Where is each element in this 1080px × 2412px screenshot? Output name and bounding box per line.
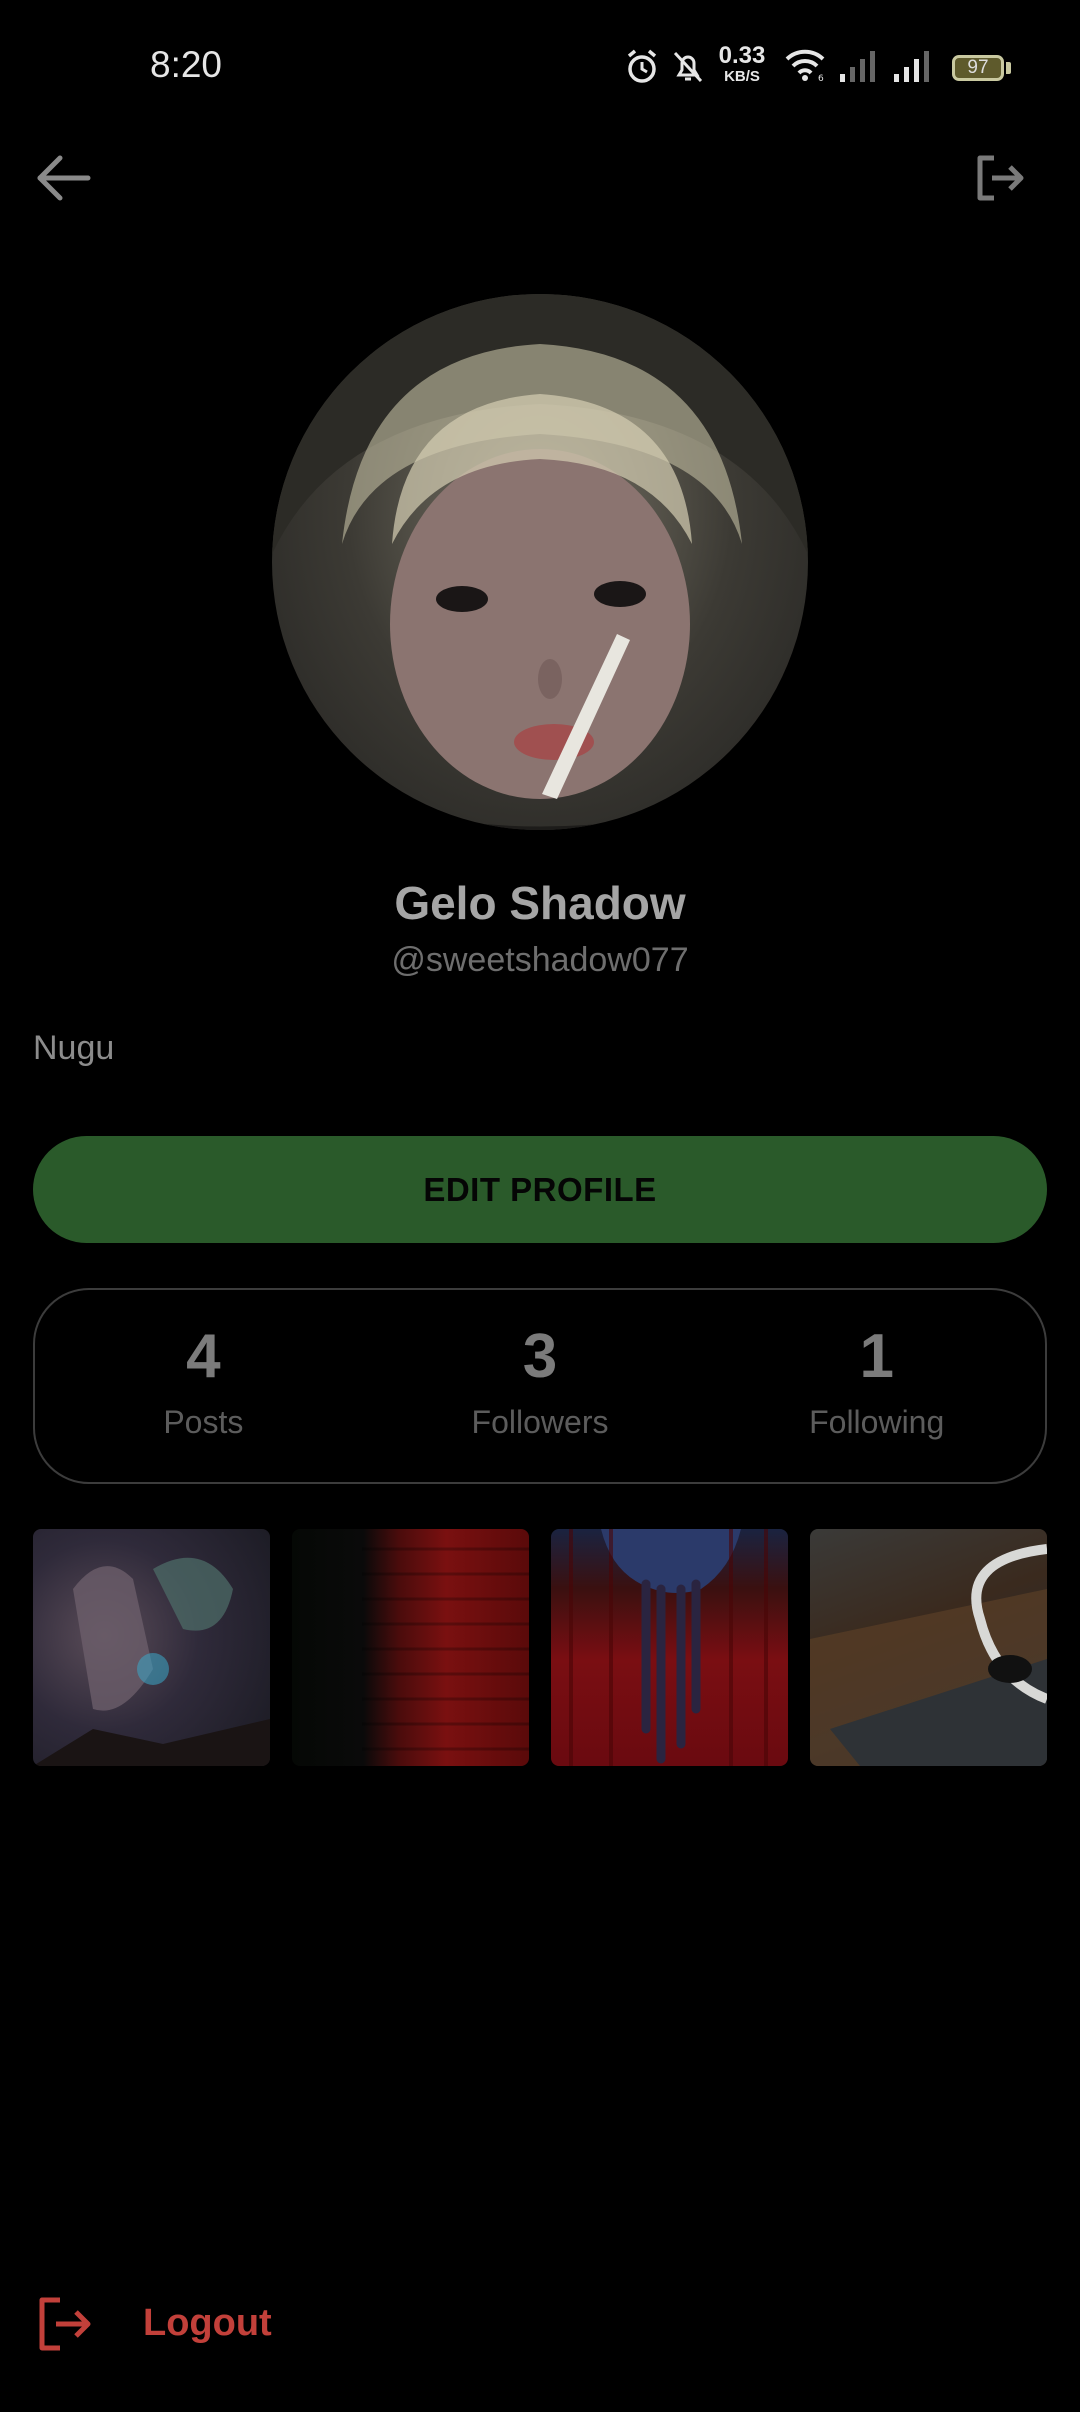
profile-name: Gelo Shadow bbox=[394, 877, 686, 929]
wifi-icon: 6 bbox=[785, 49, 825, 82]
stat-followers[interactable]: 3 Followers bbox=[372, 1290, 709, 1482]
post-image-4 bbox=[810, 1544, 1047, 1766]
edit-profile-button[interactable]: EDIT PROFILE bbox=[33, 1136, 1047, 1243]
post-image-3 bbox=[569, 1529, 768, 1766]
post-thumbnail-1[interactable] bbox=[33, 1529, 270, 1766]
alarm-icon bbox=[627, 49, 657, 83]
signal-icon bbox=[840, 51, 875, 82]
status-time: 8:20 bbox=[150, 44, 223, 85]
exit-button[interactable] bbox=[972, 150, 1028, 206]
network-speed-value: 0.33 bbox=[718, 42, 766, 69]
stat-following[interactable]: 1 Following bbox=[708, 1290, 1045, 1482]
stats-card: 4 Posts 3 Followers 1 Following bbox=[33, 1288, 1047, 1484]
arrow-left-icon bbox=[37, 155, 91, 201]
battery-icon: 97 bbox=[952, 55, 1004, 81]
stat-label: Following bbox=[809, 1404, 945, 1440]
stat-value: 4 bbox=[186, 1322, 221, 1391]
battery-level: 97 bbox=[967, 57, 989, 78]
post-image-1 bbox=[33, 1557, 270, 1766]
post-thumbnail-4[interactable] bbox=[810, 1529, 1047, 1766]
stat-label: Posts bbox=[163, 1404, 244, 1440]
back-button[interactable] bbox=[34, 150, 94, 206]
profile-handle: @sweetshadow077 bbox=[391, 941, 689, 979]
network-speed-unit: KB/S bbox=[724, 68, 760, 85]
avatar[interactable] bbox=[272, 294, 808, 830]
stat-label: Followers bbox=[471, 1404, 609, 1440]
signal-icon bbox=[894, 51, 929, 82]
logout-button[interactable]: Logout bbox=[143, 2302, 272, 2345]
stat-posts[interactable]: 4 Posts bbox=[35, 1290, 372, 1482]
battery-tip bbox=[1006, 62, 1011, 74]
avatar-photo bbox=[272, 294, 808, 830]
stat-value: 3 bbox=[522, 1322, 558, 1391]
logout-icon[interactable] bbox=[36, 2294, 96, 2354]
network-speed: 0.33 KB/S bbox=[716, 42, 768, 85]
svg-text:6: 6 bbox=[818, 74, 824, 82]
profile-bio: Nugu bbox=[33, 1029, 115, 1067]
post-thumbnail-3[interactable] bbox=[551, 1529, 788, 1766]
stat-value: 1 bbox=[859, 1322, 894, 1391]
bell-off-icon bbox=[673, 51, 703, 83]
post-image-2 bbox=[362, 1547, 529, 1751]
exit-icon bbox=[977, 155, 1024, 201]
post-thumbnail-2[interactable] bbox=[292, 1529, 529, 1766]
